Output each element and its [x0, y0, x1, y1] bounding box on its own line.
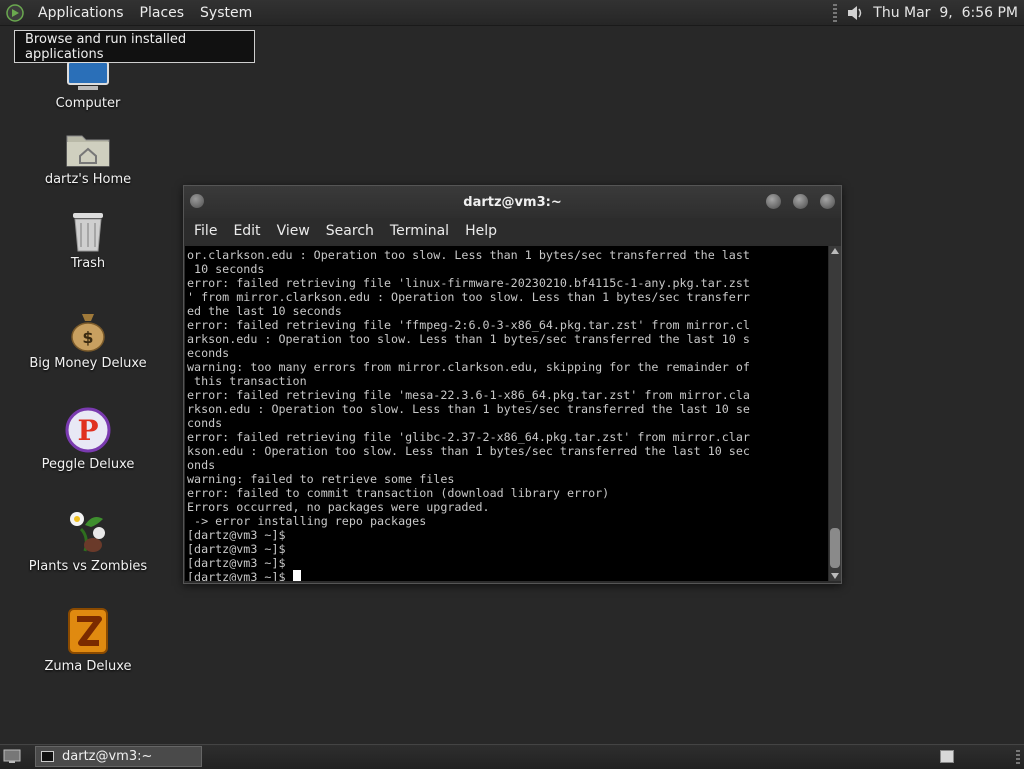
menu-search[interactable]: Search: [318, 223, 382, 239]
panel-tray: Thu Mar 9, 6:56 PM: [833, 0, 1020, 25]
terminal-line: this transaction: [187, 374, 307, 388]
terminal-line: [dartz@vm3 ~]$: [187, 570, 293, 581]
terminal-line: error: failed retrieving file 'ffmpeg-2:…: [187, 318, 750, 332]
menu-terminal[interactable]: Terminal: [382, 223, 457, 239]
applications-logo-icon[interactable]: [6, 3, 24, 22]
terminal-line: -> error installing repo packages: [187, 514, 427, 528]
desktop-icon-peggle[interactable]: P Peggle Deluxe: [23, 407, 153, 472]
clock[interactable]: Thu Mar 9, 6:56 PM: [873, 5, 1020, 21]
terminal-line: warning: failed to retrieve some files: [187, 472, 455, 486]
terminal-line: ed the last 10 seconds: [187, 304, 342, 318]
terminal-line: Errors occurred, no packages were upgrad…: [187, 500, 490, 514]
terminal-cursor: [292, 570, 301, 581]
close-icon[interactable]: [820, 194, 835, 209]
terminal-line: 10 seconds: [187, 262, 265, 276]
terminal-line: arkson.edu : Operation too slow. Less th…: [187, 332, 750, 346]
terminal-line: error: failed retrieving file 'mesa-22.3…: [187, 388, 750, 402]
terminal-output[interactable]: or.clarkson.edu : Operation too slow. Le…: [185, 246, 828, 581]
menu-view[interactable]: View: [269, 223, 318, 239]
zuma-icon: [68, 608, 108, 654]
desktop-icon-label: Peggle Deluxe: [41, 457, 135, 472]
terminal-line: kson.edu : Operation too slow. Less than…: [187, 444, 750, 458]
terminal-line: error: failed retrieving file 'glibc-2.3…: [187, 430, 750, 444]
bottom-panel: dartz@vm3:~: [0, 744, 1024, 769]
show-desktop-icon[interactable]: [3, 749, 21, 764]
svg-text:$: $: [82, 328, 93, 347]
panel-handle[interactable]: [1016, 750, 1020, 764]
panel-handle[interactable]: [833, 3, 838, 22]
scroll-down-arrow-icon[interactable]: [831, 573, 839, 579]
menu-places[interactable]: Places: [132, 5, 193, 21]
terminal-line: error: failed to commit transaction (dow…: [187, 486, 610, 500]
scroll-thumb[interactable]: [830, 528, 840, 568]
terminal-icon: [41, 751, 54, 762]
window-title: dartz@vm3:~: [463, 194, 562, 210]
trash-icon: [73, 213, 103, 252]
window-menu-icon[interactable]: [190, 194, 204, 208]
menu-system[interactable]: System: [192, 5, 260, 21]
terminal-line: [dartz@vm3 ~]$: [187, 556, 286, 570]
taskbar-button-terminal[interactable]: dartz@vm3:~: [35, 746, 202, 767]
terminal-scrollbar[interactable]: [829, 246, 841, 581]
maximize-icon[interactable]: [793, 194, 808, 209]
desktop-icon-label: Zuma Deluxe: [44, 659, 132, 674]
menu-file[interactable]: File: [186, 223, 225, 239]
desktop-icon-big-money[interactable]: $ Big Money Deluxe: [23, 310, 153, 371]
terminal-window[interactable]: dartz@vm3:~ File Edit View Search Termin…: [183, 185, 842, 584]
svg-text:P: P: [77, 414, 98, 447]
desktop-icon-label: Plants vs Zombies: [28, 559, 148, 574]
desktop-icon-home[interactable]: dartz's Home: [23, 130, 153, 187]
terminal-text: or.clarkson.edu : Operation too slow. Le…: [185, 246, 828, 581]
terminal-menubar: File Edit View Search Terminal Help: [184, 218, 841, 244]
tooltip: Browse and run installed applications: [14, 30, 255, 63]
terminal-line: ' from mirror.clarkson.edu : Operation t…: [187, 290, 750, 304]
terminal-line: error: failed retrieving file 'linux-fir…: [187, 276, 750, 290]
peggle-icon: P: [65, 407, 111, 453]
workspace-switcher[interactable]: [940, 750, 954, 763]
terminal-line: onds: [187, 458, 216, 472]
desktop-icon-label: Trash: [70, 256, 106, 271]
terminal-line: or.clarkson.edu : Operation too slow. Le…: [187, 248, 750, 262]
money-bag-icon: $: [71, 314, 105, 352]
terminal-line: rkson.edu : Operation too slow. Less tha…: [187, 402, 750, 416]
desktop-icon-plants-vs-zombies[interactable]: Plants vs Zombies: [23, 507, 153, 574]
window-titlebar[interactable]: dartz@vm3:~: [184, 186, 841, 218]
volume-icon[interactable]: [845, 3, 865, 23]
menu-applications[interactable]: Applications: [30, 5, 132, 21]
computer-icon: [67, 62, 109, 90]
terminal-line: warning: too many errors from mirror.cla…: [187, 360, 750, 374]
minimize-icon[interactable]: [766, 194, 781, 209]
desktop-icon-zuma[interactable]: Zuma Deluxe: [23, 607, 153, 674]
terminal-line: econds: [187, 346, 230, 360]
scroll-up-arrow-icon[interactable]: [831, 248, 839, 254]
terminal-line: [dartz@vm3 ~]$: [187, 542, 286, 556]
top-panel: Applications Places System Thu Mar 9, 6:…: [0, 0, 1024, 26]
terminal-line: conds: [187, 416, 223, 430]
terminal-line: [dartz@vm3 ~]$: [187, 528, 286, 542]
desktop-icon-label: dartz's Home: [44, 172, 132, 187]
plants-icon: [70, 512, 105, 552]
desktop-icon-computer[interactable]: Computer: [23, 62, 153, 111]
menu-edit[interactable]: Edit: [225, 223, 268, 239]
desktop-icon-trash[interactable]: Trash: [23, 210, 153, 271]
menu-help[interactable]: Help: [457, 223, 505, 239]
desktop-icon-label: Big Money Deluxe: [29, 356, 147, 371]
desktop-icon-label: Computer: [55, 96, 121, 111]
taskbar-label: dartz@vm3:~: [62, 749, 153, 764]
home-folder-icon: [66, 135, 110, 167]
